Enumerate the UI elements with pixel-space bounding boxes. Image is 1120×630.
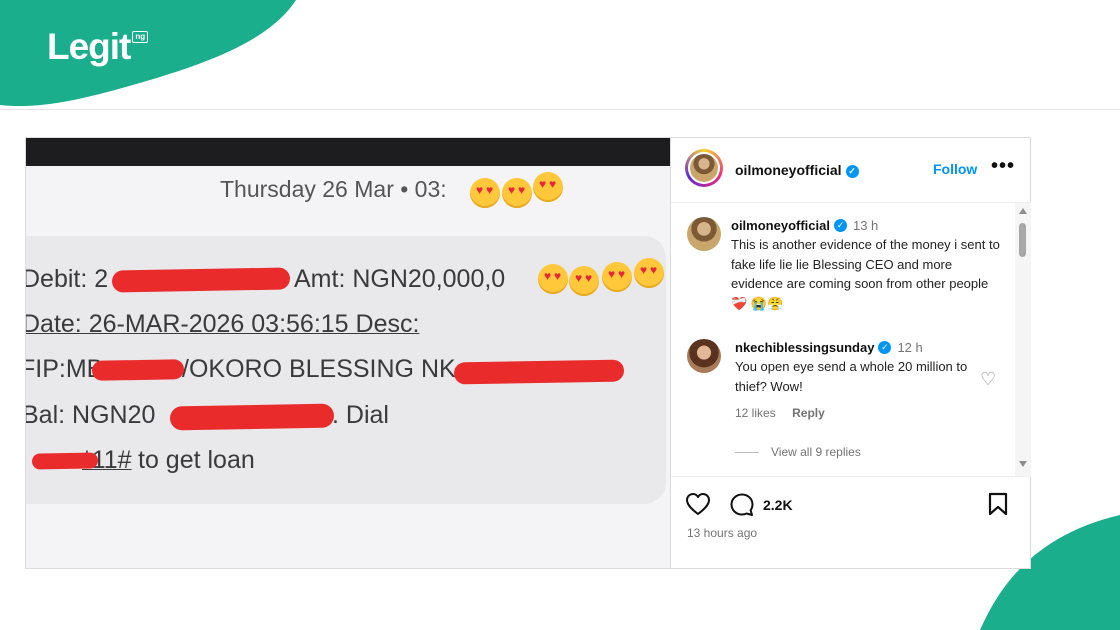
heart-eyes-emoji-icon [538, 264, 568, 294]
post-author-username: oilmoneyofficial [735, 162, 842, 178]
sms-date: Date: 26-MAR-2026 03:56:15 Desc: [26, 310, 420, 338]
sms-date-line: Thursday 26 Mar • 03: [220, 176, 447, 202]
sms-loan-text: to get loan [138, 446, 255, 474]
view-replies-link[interactable]: View all 9 replies [771, 445, 861, 459]
scrollbar-thumb[interactable] [1019, 223, 1026, 257]
sms-debit-label: Debit: 2 [26, 265, 109, 293]
avatar[interactable] [687, 339, 721, 373]
comment-text: You open eye send a whole 20 million to … [735, 359, 968, 394]
post-side-panel: oilmoneyofficial ✓ Follow ••• oilmoneyoff… [670, 138, 1031, 568]
follow-button[interactable]: Follow [933, 161, 977, 177]
heart-eyes-emoji-icon [634, 258, 664, 288]
legit-logo[interactable]: Legit ng [47, 26, 149, 67]
scroll-down-arrow-icon[interactable] [1019, 461, 1027, 467]
avatar[interactable] [687, 217, 721, 251]
redaction-mark [31, 452, 99, 470]
comment-time[interactable]: 12 h [897, 340, 922, 355]
heart-icon[interactable] [685, 492, 711, 516]
heart-eyes-emoji-icon [502, 178, 532, 208]
heart-eyes-emoji-icon [470, 178, 500, 208]
logo-text: Legit [47, 26, 131, 67]
logo-suffix: ng [132, 31, 149, 43]
comments-list: oilmoneyofficial ✓ 13 h This is another ev… [671, 203, 1015, 476]
more-options-icon[interactable]: ••• [991, 155, 1015, 178]
sms-dial: . Dial [332, 401, 389, 429]
post-photo[interactable]: Thursday 26 Mar • 03: Debit: 2 Amt: NGN2… [26, 138, 670, 568]
redaction-mark [111, 267, 291, 293]
instagram-post-card: Thursday 26 Mar • 03: Debit: 2 Amt: NGN2… [25, 137, 1031, 569]
header-divider [0, 109, 1120, 110]
heart-eyes-emoji-icon [569, 266, 599, 296]
heart-eyes-emoji-icon [602, 262, 632, 292]
redaction-mark [169, 403, 335, 431]
verified-badge-icon: ✓ [833, 219, 847, 233]
comment-content: nkechiblessingsunday ✓ 12 h You open eye s… [735, 339, 975, 422]
reply-button[interactable]: Reply [792, 406, 825, 420]
brand-blob-top-left [0, 0, 296, 107]
comment-username[interactable]: oilmoneyofficial [731, 218, 830, 233]
avatar-photo [690, 154, 718, 182]
post-timestamp[interactable]: 13 hours ago [687, 526, 757, 540]
comment-likes[interactable]: 12 likes [735, 406, 776, 420]
post-author[interactable]: oilmoneyofficial ✓ [735, 162, 859, 178]
comment-text: This is another evidence of the money i … [731, 237, 1000, 311]
post-header: oilmoneyofficial ✓ Follow ••• [671, 138, 1031, 203]
comment-icon[interactable] [729, 492, 755, 518]
avatar-frame [688, 152, 720, 184]
replies-divider [735, 452, 759, 453]
sms-balance: Bal: NGN20 [26, 401, 156, 429]
photo-top-bar [26, 138, 670, 166]
comments-scrollbar[interactable] [1015, 203, 1031, 476]
verified-badge-icon: ✓ [878, 341, 892, 355]
verified-badge-icon: ✓ [845, 164, 859, 178]
bookmark-icon[interactable] [987, 492, 1009, 516]
comment-like-icon[interactable]: ♡ [980, 369, 996, 390]
sms-amount: Amt: NGN20,000,0 [294, 265, 506, 293]
caption-content: oilmoneyofficial ✓ 13 h This is another ev… [731, 217, 1001, 313]
post-actions: 2.2K 13 hours ago [671, 476, 1031, 569]
scroll-up-arrow-icon[interactable] [1019, 208, 1027, 214]
redaction-mark [91, 359, 185, 381]
sms-recipient: /OKORO BLESSING NK [182, 355, 456, 383]
comment-count: 2.2K [763, 497, 793, 513]
comment-username[interactable]: nkechiblessingsunday [735, 340, 874, 355]
comment-time[interactable]: 13 h [853, 218, 878, 233]
avatar[interactable] [685, 149, 723, 187]
redaction-mark [453, 359, 625, 385]
heart-eyes-emoji-icon [533, 172, 563, 202]
